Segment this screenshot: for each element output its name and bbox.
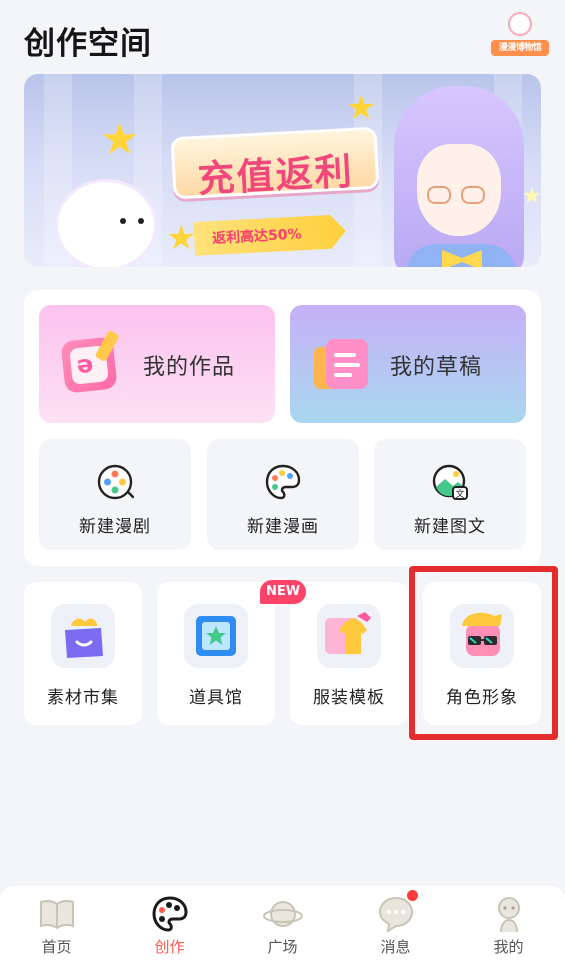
museum-badge[interactable]: 漫漫博物馆 xyxy=(491,10,549,58)
museum-badge-label: 漫漫博物馆 xyxy=(491,40,549,56)
clothing-icon xyxy=(317,604,381,668)
prop-hall-button[interactable]: 道具馆 xyxy=(157,582,275,725)
film-reel-icon xyxy=(97,464,134,500)
bottom-tab-bar: 首页 创作 广场 消息 我的 xyxy=(0,886,565,960)
header: 创作空间 漫漫博物馆 xyxy=(24,10,549,62)
tab-create-label: 创作 xyxy=(154,938,185,956)
page-title: 创作空间 xyxy=(24,26,152,62)
star-icon: ★ xyxy=(166,218,197,258)
promo-ribbon: 返利高达50% xyxy=(193,214,347,256)
new-image-text-label: 新建图文 xyxy=(414,517,486,537)
mascot-illustration xyxy=(58,182,154,267)
star-icon: ★ xyxy=(100,114,140,165)
tab-messages-label: 消息 xyxy=(380,938,411,956)
unread-dot xyxy=(407,890,418,901)
works-icon: ə xyxy=(60,329,120,394)
promo-subtitle: 返利高达50% xyxy=(211,226,302,248)
tab-messages[interactable]: 消息 xyxy=(339,886,452,960)
star-icon: ★ xyxy=(522,184,541,209)
my-works-label: 我的作品 xyxy=(143,355,236,380)
material-market-label: 素材市集 xyxy=(47,688,119,708)
new-comic-label: 新建漫画 xyxy=(247,517,319,537)
promo-title-box: 充值返利 xyxy=(170,126,380,201)
shopping-bag-icon xyxy=(51,604,115,668)
prop-hall-label: 道具馆 xyxy=(189,688,243,708)
tab-profile[interactable]: 我的 xyxy=(452,886,565,960)
bunny-icon xyxy=(508,12,532,36)
person-icon xyxy=(498,897,520,933)
picture-frame-icon xyxy=(184,604,248,668)
planet-icon xyxy=(263,901,303,927)
svg-text:文: 文 xyxy=(455,488,464,500)
outfit-template-button[interactable]: 服装模板 xyxy=(290,582,408,725)
tab-profile-label: 我的 xyxy=(493,938,524,956)
tab-square[interactable]: 广场 xyxy=(226,886,339,960)
my-drafts-button[interactable]: 我的草稿 xyxy=(290,305,526,423)
tab-create[interactable]: 创作 xyxy=(113,886,226,960)
book-icon xyxy=(40,899,74,930)
promo-banner[interactable]: ★ ★ ★ ★ 充值返利 返利高达50% xyxy=(24,74,541,267)
material-market-button[interactable]: 素材市集 xyxy=(24,582,142,725)
outfit-template-label: 服装模板 xyxy=(313,688,385,708)
my-works-button[interactable]: ə 我的作品 xyxy=(39,305,275,423)
star-icon: ★ xyxy=(346,88,377,128)
palette-icon xyxy=(152,896,188,932)
new-comic-drama-label: 新建漫剧 xyxy=(79,517,151,537)
drafts-icon xyxy=(314,337,372,393)
palette-icon xyxy=(265,464,301,500)
new-image-text-button[interactable]: 文 新建图文 xyxy=(374,439,526,550)
works-card: ə 我的作品 我的草稿 新建漫剧 新建漫画 文 新建图文 xyxy=(24,290,541,566)
tab-square-label: 广场 xyxy=(267,938,298,956)
promo-title: 充值返利 xyxy=(196,149,355,202)
new-comic-drama-button[interactable]: 新建漫剧 xyxy=(39,439,191,550)
image-text-icon: 文 xyxy=(432,464,468,500)
new-badge: NEW xyxy=(260,580,306,604)
tab-home[interactable]: 首页 xyxy=(0,886,113,960)
new-comic-button[interactable]: 新建漫画 xyxy=(207,439,359,550)
tab-home-label: 首页 xyxy=(41,938,72,956)
my-drafts-label: 我的草稿 xyxy=(390,355,483,380)
highlight-annotation xyxy=(409,566,558,740)
